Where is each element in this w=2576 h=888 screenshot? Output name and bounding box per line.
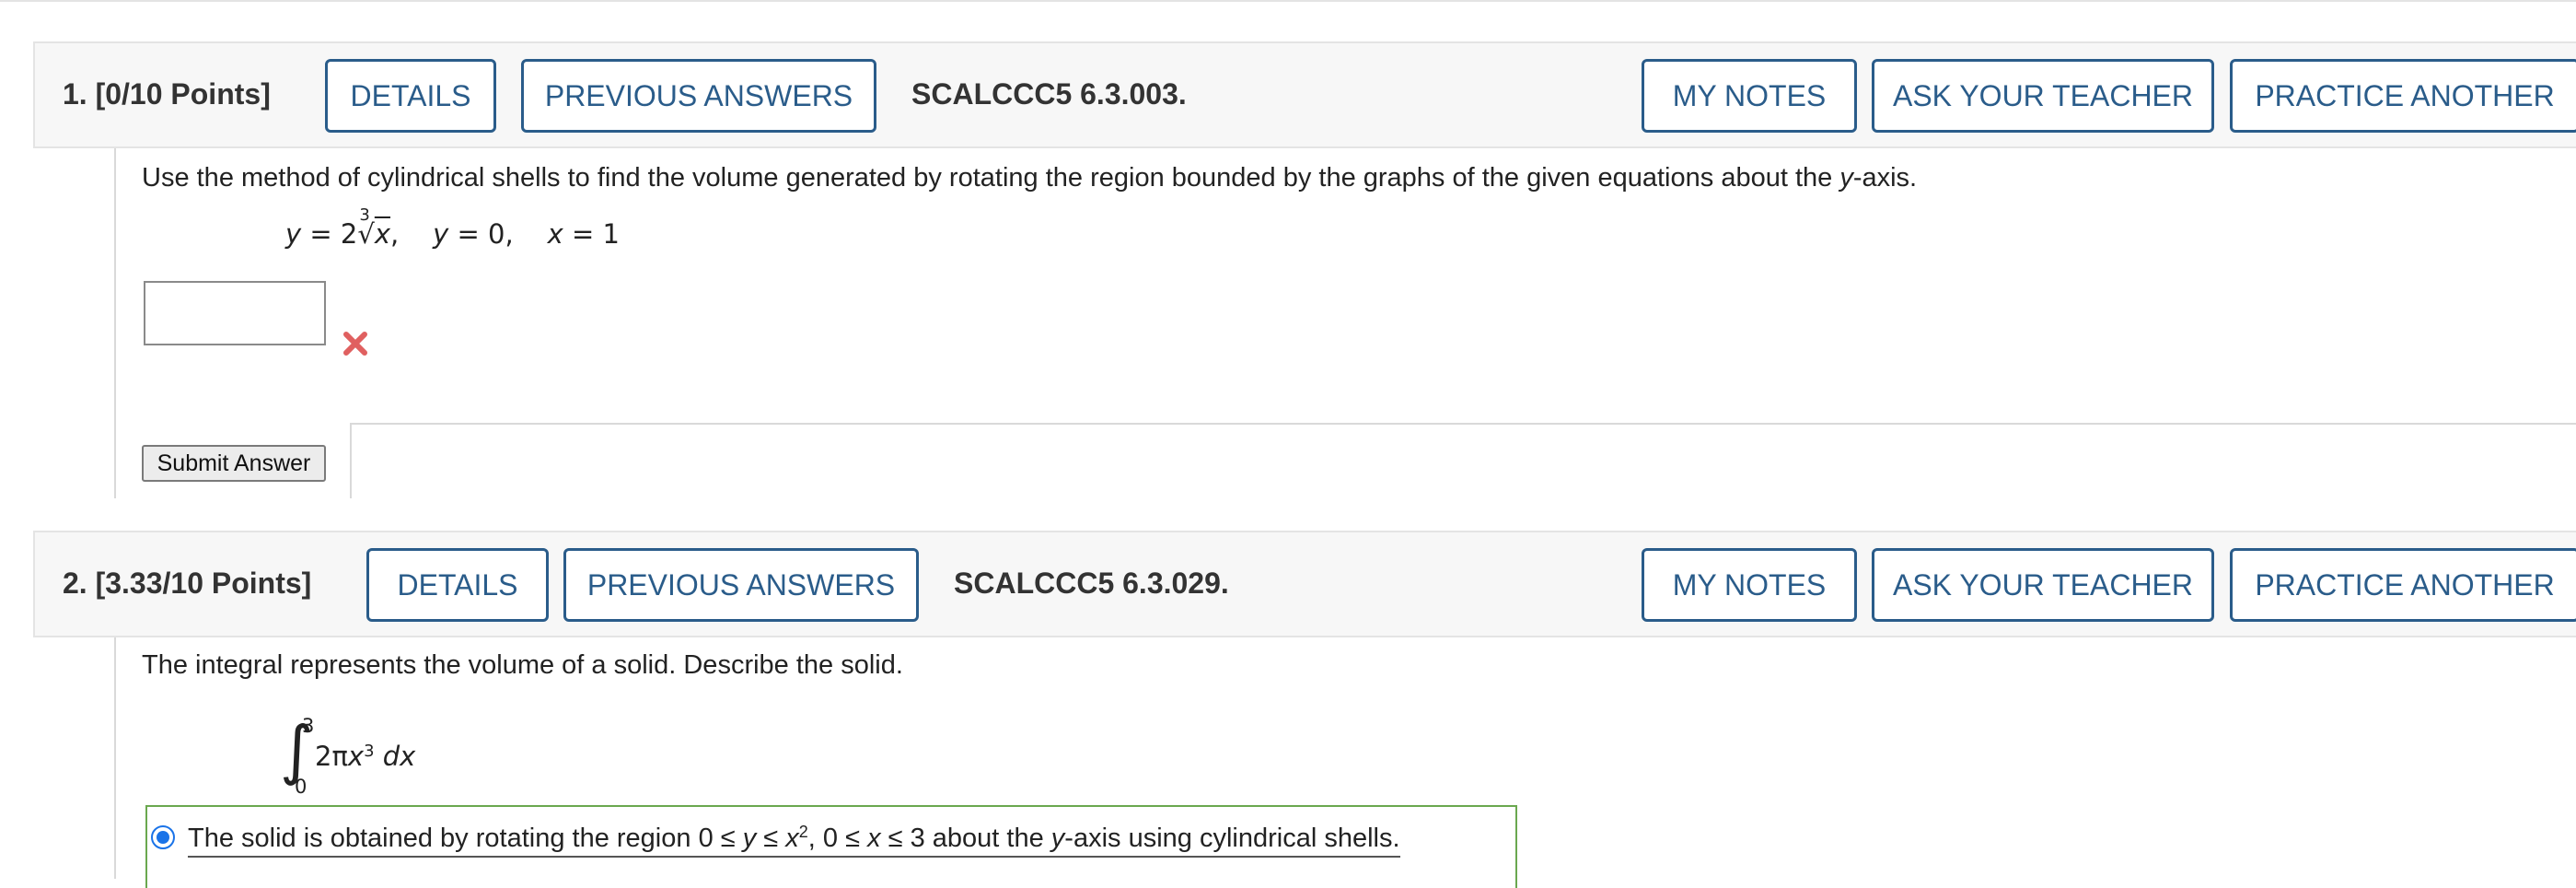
integral-lower-limit: 0 [295, 776, 307, 798]
question-2-points: 2. [3.33/10 Points] [63, 567, 312, 600]
practice-another-button[interactable]: PRACTICE ANOTHER [2230, 548, 2576, 622]
question-1-equations: y = 2 3 √x, y = 0, x = 1 [285, 205, 620, 250]
question-1-code: SCALCCC5 6.3.003. [911, 77, 1187, 111]
submit-divider-vertical [350, 423, 352, 498]
question-2-code: SCALCCC5 6.3.029. [954, 567, 1229, 600]
question-2-body: The integral represents the volume of a … [114, 637, 2576, 888]
answer-choice-label[interactable]: The solid is obtained by rotating the re… [188, 824, 1400, 858]
previous-answers-button[interactable]: PREVIOUS ANSWERS [521, 59, 876, 133]
question-1-prompt: Use the method of cylindrical shells to … [142, 163, 1918, 193]
my-notes-button[interactable]: MY NOTES [1642, 548, 1857, 622]
submit-divider [352, 423, 2576, 425]
radio-selected-icon[interactable] [151, 825, 175, 849]
x-mark-icon [343, 332, 367, 356]
answer-input[interactable] [144, 281, 326, 345]
answer-choice-selected[interactable]: The solid is obtained by rotating the re… [145, 805, 1517, 888]
definite-integral: ∫ 3 0 2πx3 dx [280, 713, 501, 800]
cube-root: 3 √x [357, 205, 391, 250]
question-1-points: 1. [0/10 Points] [63, 77, 271, 111]
top-divider [0, 0, 2576, 2]
question-2-prompt: The integral represents the volume of a … [142, 650, 903, 680]
integrand: 2πx3 dx [315, 741, 416, 772]
submit-answer-button[interactable]: Submit Answer [142, 445, 326, 482]
practice-another-button[interactable]: PRACTICE ANOTHER [2230, 59, 2576, 133]
question-1-header: 1. [0/10 Points] DETAILS PREVIOUS ANSWER… [33, 41, 2576, 148]
previous-answers-button[interactable]: PREVIOUS ANSWERS [563, 548, 919, 622]
details-button[interactable]: DETAILS [366, 548, 549, 622]
integral-upper-limit: 3 [302, 715, 315, 737]
my-notes-button[interactable]: MY NOTES [1642, 59, 1857, 133]
question-2-header: 2. [3.33/10 Points] DETAILS PREVIOUS ANS… [33, 531, 2576, 637]
ask-your-teacher-button[interactable]: ASK YOUR TEACHER [1872, 548, 2214, 622]
details-button[interactable]: DETAILS [325, 59, 496, 133]
ask-your-teacher-button[interactable]: ASK YOUR TEACHER [1872, 59, 2214, 133]
question-1-body: Use the method of cylindrical shells to … [114, 148, 2576, 498]
